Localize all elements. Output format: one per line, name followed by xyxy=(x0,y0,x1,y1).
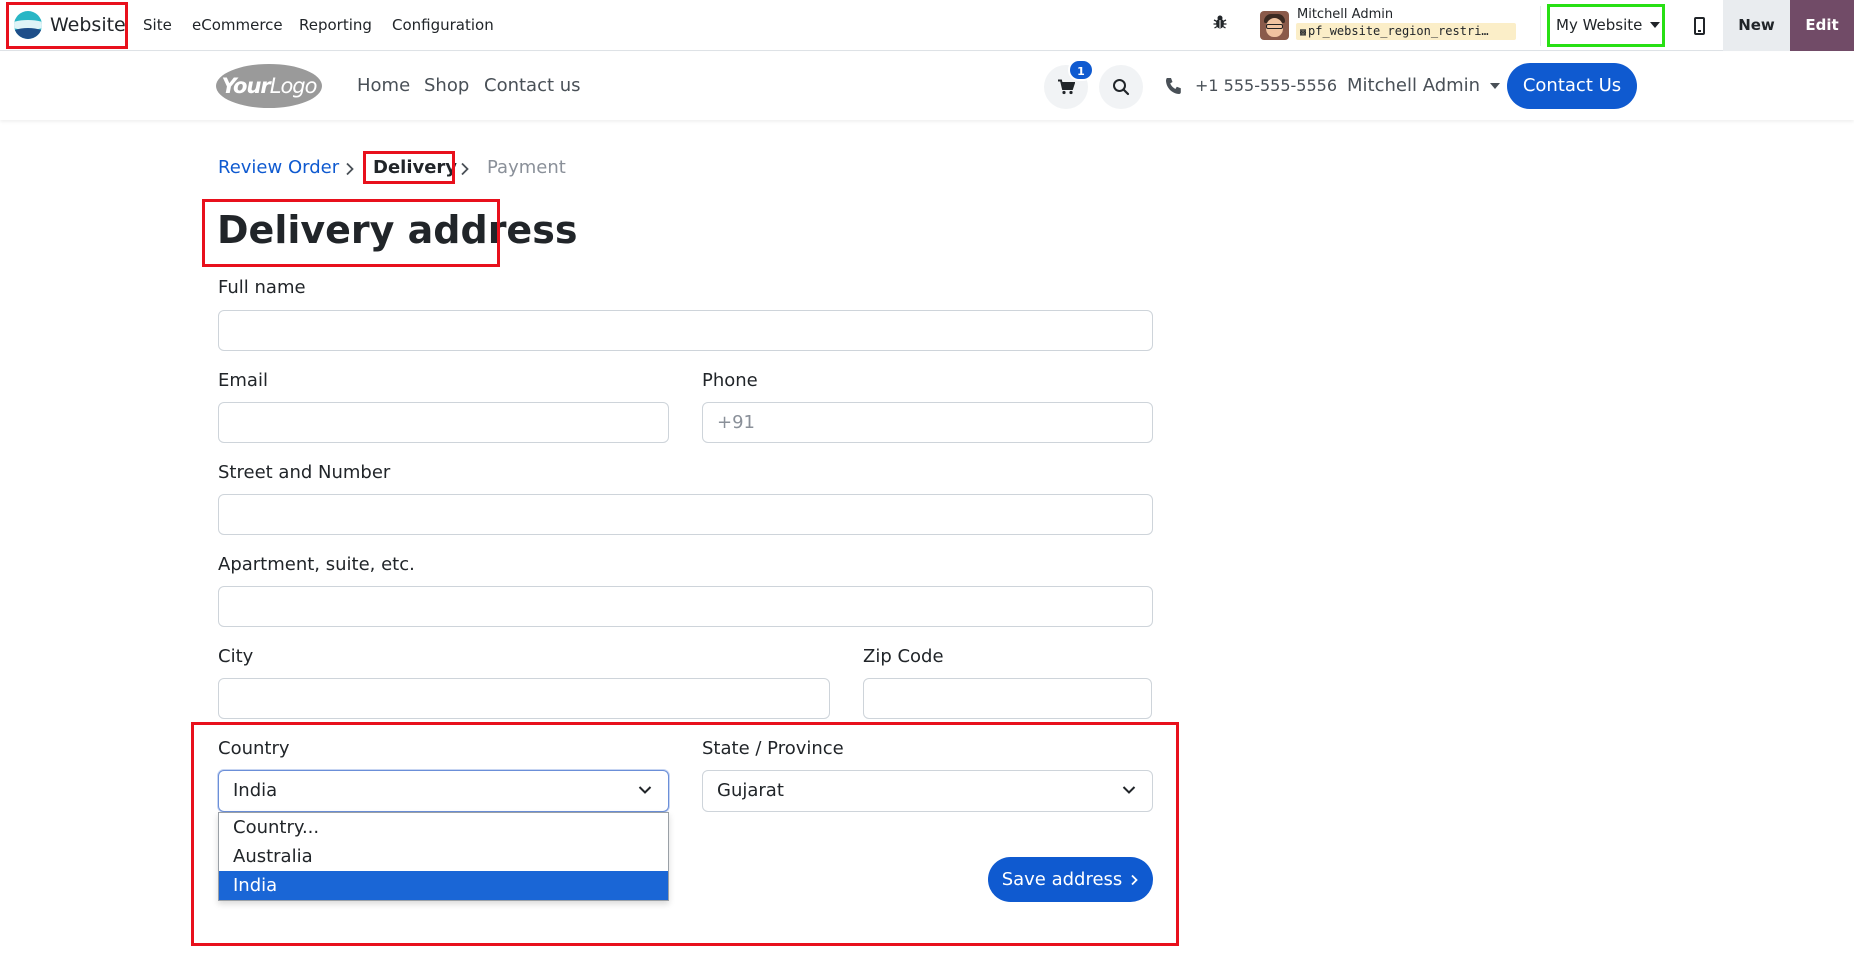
menu-site[interactable]: Site xyxy=(143,0,172,51)
divider xyxy=(1540,6,1541,46)
nav-contact-us[interactable]: Contact us xyxy=(484,52,581,120)
phone-icon xyxy=(1166,78,1181,94)
phone-number[interactable]: +1 555-555-5556 xyxy=(1195,52,1337,120)
zip-label: Zip Code xyxy=(863,646,944,667)
user-avatar[interactable] xyxy=(1260,11,1289,40)
street-input[interactable] xyxy=(218,494,1153,535)
country-option-selected[interactable]: India xyxy=(219,871,668,900)
site-header: YourLogo Home Shop Contact us 1 +1 555-5… xyxy=(0,52,1854,120)
mobile-preview-icon xyxy=(1693,16,1705,35)
save-address-button[interactable]: Save address xyxy=(988,857,1153,902)
chevron-down-icon xyxy=(1122,786,1136,794)
save-address-label: Save address xyxy=(1001,869,1123,890)
country-label: Country xyxy=(218,738,290,759)
logo-text-bold: Your xyxy=(221,74,271,98)
chevron-down-icon xyxy=(638,786,652,794)
website-switcher[interactable]: My Website xyxy=(1548,3,1666,47)
app-name: Website xyxy=(50,14,126,36)
nav-shop[interactable]: Shop xyxy=(424,52,469,120)
logo-text-light: Logo xyxy=(269,74,318,98)
step-review-order[interactable]: Review Order xyxy=(218,155,339,181)
database-icon: ▩ xyxy=(1300,27,1307,38)
email-label: Email xyxy=(218,370,268,391)
new-button[interactable]: New xyxy=(1723,0,1790,51)
country-select-value: India xyxy=(233,780,278,801)
website-switcher-label: My Website xyxy=(1556,16,1643,34)
menu-configuration[interactable]: Configuration xyxy=(392,0,494,51)
database-badge: ▩ pf_website_region_restri… xyxy=(1296,23,1516,40)
step-delivery: Delivery xyxy=(373,157,458,178)
page-title: Delivery address xyxy=(217,208,578,252)
zip-input[interactable] xyxy=(863,678,1152,719)
user-name: Mitchell Admin xyxy=(1297,7,1394,22)
city-input[interactable] xyxy=(218,678,830,719)
header-user-menu[interactable]: Mitchell Admin xyxy=(1347,52,1501,120)
phone-label: Phone xyxy=(702,370,758,391)
state-select[interactable]: Gujarat xyxy=(702,770,1153,812)
caret-down-icon xyxy=(1650,22,1661,28)
menu-ecommerce[interactable]: eCommerce xyxy=(192,0,283,51)
header-user-name: Mitchell Admin xyxy=(1347,75,1481,96)
app-brand[interactable]: Website xyxy=(8,3,126,47)
odoo-navbar: Website Site eCommerce Reporting Configu… xyxy=(0,0,1854,51)
edit-button[interactable]: Edit xyxy=(1790,0,1854,51)
full-name-input[interactable] xyxy=(218,310,1153,351)
mobile-preview-button[interactable] xyxy=(1677,0,1721,51)
apartment-label: Apartment, suite, etc. xyxy=(218,554,415,575)
search-icon xyxy=(1113,79,1130,96)
chevron-right-icon xyxy=(346,162,354,176)
site-logo[interactable]: YourLogo xyxy=(216,64,322,108)
chevron-right-icon xyxy=(461,162,469,176)
apartment-input[interactable] xyxy=(218,586,1153,627)
step-payment: Payment xyxy=(487,157,566,178)
website-app-icon xyxy=(14,11,42,39)
menu-reporting[interactable]: Reporting xyxy=(299,0,372,51)
country-option[interactable]: Australia xyxy=(219,842,668,871)
city-label: City xyxy=(218,646,254,667)
country-option[interactable]: Country... xyxy=(219,813,668,842)
contact-us-button[interactable]: Contact Us xyxy=(1507,63,1637,109)
street-label: Street and Number xyxy=(218,462,391,483)
phone-input[interactable]: +91 xyxy=(702,402,1153,443)
email-input[interactable] xyxy=(218,402,669,443)
chevron-right-icon xyxy=(1131,874,1139,885)
state-label: State / Province xyxy=(702,738,844,759)
database-name: pf_website_region_restri… xyxy=(1308,24,1489,38)
search-button[interactable] xyxy=(1099,65,1143,109)
cart-icon xyxy=(1058,79,1075,95)
bug-icon[interactable] xyxy=(1209,14,1231,36)
nav-home[interactable]: Home xyxy=(357,52,410,120)
cart-count-badge: 1 xyxy=(1068,59,1094,81)
country-select[interactable]: India xyxy=(218,770,669,812)
country-dropdown-list: Country... Australia India xyxy=(218,812,669,901)
state-select-value: Gujarat xyxy=(717,780,784,801)
caret-down-icon xyxy=(1490,83,1501,89)
full-name-label: Full name xyxy=(218,277,306,298)
